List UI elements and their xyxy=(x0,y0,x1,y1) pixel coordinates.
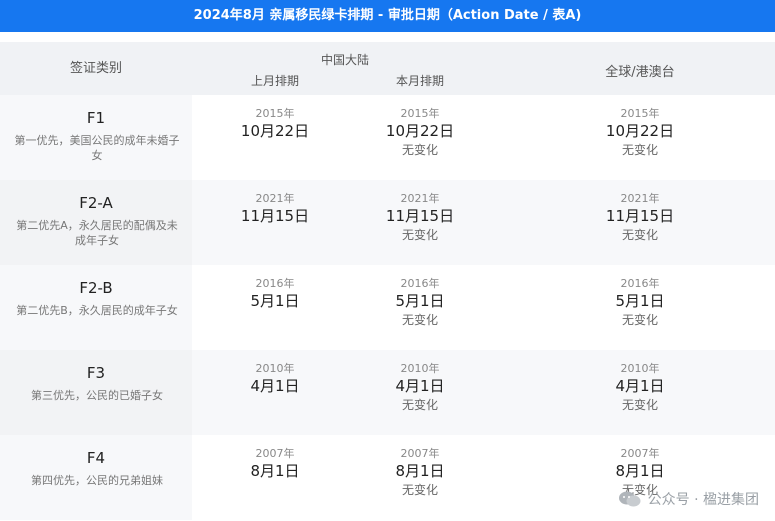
category-cell: F2-A 第二优先A，永久居民的配偶及未成年子女 xyxy=(0,180,192,265)
last-month-cell: 2021年 11月15日 xyxy=(205,180,345,226)
year: 2010年 xyxy=(400,362,440,375)
month-day: 8月1日 xyxy=(615,462,665,480)
year: 2021年 xyxy=(400,192,440,205)
year: 2010年 xyxy=(255,362,295,375)
this-month-cell: 2007年 8月1日 无变化 xyxy=(350,435,490,499)
table-row: F3 第三优先，公民的已婚子女 2010年 4月1日 2010年 4月1日 无变… xyxy=(0,350,775,435)
header-this-month: 本月排期 xyxy=(395,74,444,88)
month-day: 10月22日 xyxy=(385,122,455,140)
month-day: 4月1日 xyxy=(615,377,665,395)
this-month-cell: 2016年 5月1日 无变化 xyxy=(350,265,490,329)
month-day: 5月1日 xyxy=(250,292,300,310)
category-cell: F3 第三优先，公民的已婚子女 xyxy=(0,350,192,435)
last-month-cell: 2010年 4月1日 xyxy=(205,350,345,396)
last-month-cell: 2016年 5月1日 xyxy=(205,265,345,311)
month-day: 11月15日 xyxy=(385,207,455,225)
this-month-cell: 2015年 10月22日 无变化 xyxy=(350,95,490,159)
table-row: F2-A 第二优先A，永久居民的配偶及未成年子女 2021年 11月15日 20… xyxy=(0,180,775,265)
change-status: 无变化 xyxy=(401,483,438,497)
this-month-cell: 2021年 11月15日 无变化 xyxy=(350,180,490,244)
year: 2015年 xyxy=(400,107,440,120)
watermark-text: 公众号 · 楹进集团 xyxy=(647,492,759,508)
global-cell: 2016年 5月1日 无变化 xyxy=(570,265,710,329)
year: 2010年 xyxy=(620,362,660,375)
change-status: 无变化 xyxy=(401,143,438,157)
visa-description: 第一优先，美国公民的成年未婚子女 xyxy=(14,134,180,162)
page-title-banner: 2024年8月 亲属移民绿卡排期 - 审批日期（Action Date / 表A… xyxy=(0,0,775,32)
category-cell: F2-B 第二优先B，永久居民的成年子女 xyxy=(0,265,192,350)
change-status: 无变化 xyxy=(621,313,658,327)
visa-code: F2-B xyxy=(79,279,113,297)
visa-code: F3 xyxy=(86,364,106,382)
header-china: 中国大陆 xyxy=(320,53,369,67)
month-day: 5月1日 xyxy=(395,292,445,310)
month-day: 11月15日 xyxy=(240,207,310,225)
change-status: 无变化 xyxy=(401,313,438,327)
year: 2016年 xyxy=(400,277,440,290)
year: 2015年 xyxy=(255,107,295,120)
month-day: 4月1日 xyxy=(395,377,445,395)
watermark: 公众号 · 楹进集团 xyxy=(618,489,759,509)
year: 2016年 xyxy=(255,277,295,290)
month-day: 10月22日 xyxy=(240,122,310,140)
visa-code: F4 xyxy=(86,449,106,467)
month-day: 5月1日 xyxy=(615,292,665,310)
header-global: 全球/港澳台 xyxy=(605,65,675,80)
month-day: 8月1日 xyxy=(395,462,445,480)
year: 2021年 xyxy=(255,192,295,205)
change-status: 无变化 xyxy=(621,228,658,242)
year: 2007年 xyxy=(255,447,295,460)
change-status: 无变化 xyxy=(621,398,658,412)
category-cell: F4 第四优先，公民的兄弟姐妹 xyxy=(0,435,192,520)
visa-description: 第二优先B，永久居民的成年子女 xyxy=(16,304,178,317)
year: 2007年 xyxy=(400,447,440,460)
year: 2015年 xyxy=(620,107,660,120)
global-cell: 2021年 11月15日 无变化 xyxy=(570,180,710,244)
visa-description: 第二优先A，永久居民的配偶及未成年子女 xyxy=(16,219,178,247)
visa-code: F1 xyxy=(86,109,106,127)
change-status: 无变化 xyxy=(401,398,438,412)
category-cell: F1 第一优先，美国公民的成年未婚子女 xyxy=(0,95,192,180)
visa-description: 第四优先，公民的兄弟姐妹 xyxy=(31,474,163,487)
year: 2007年 xyxy=(620,447,660,460)
table-row: F2-B 第二优先B，永久居民的成年子女 2016年 5月1日 2016年 5月… xyxy=(0,265,775,350)
visa-code: F2-A xyxy=(79,194,113,212)
header-last-month: 上月排期 xyxy=(250,74,299,88)
header-category: 签证类别 xyxy=(69,61,122,76)
visa-description: 第三优先，公民的已婚子女 xyxy=(31,389,163,402)
month-day: 11月15日 xyxy=(605,207,675,225)
global-cell: 2010年 4月1日 无变化 xyxy=(570,350,710,414)
global-cell: 2015年 10月22日 无变化 xyxy=(570,95,710,159)
this-month-cell: 2010年 4月1日 无变化 xyxy=(350,350,490,414)
month-day: 4月1日 xyxy=(250,377,300,395)
last-month-cell: 2015年 10月22日 xyxy=(205,95,345,141)
year: 2021年 xyxy=(620,192,660,205)
year: 2016年 xyxy=(620,277,660,290)
wechat-icon xyxy=(618,491,641,507)
month-day: 8月1日 xyxy=(250,462,300,480)
month-day: 10月22日 xyxy=(605,122,675,140)
last-month-cell: 2007年 8月1日 xyxy=(205,435,345,481)
table-row: F1 第一优先，美国公民的成年未婚子女 2015年 10月22日 2015年 1… xyxy=(0,95,775,180)
change-status: 无变化 xyxy=(621,143,658,157)
table-header: 签证类别 中国大陆 上月排期 本月排期 全球/港澳台 xyxy=(0,42,775,95)
change-status: 无变化 xyxy=(401,228,438,242)
